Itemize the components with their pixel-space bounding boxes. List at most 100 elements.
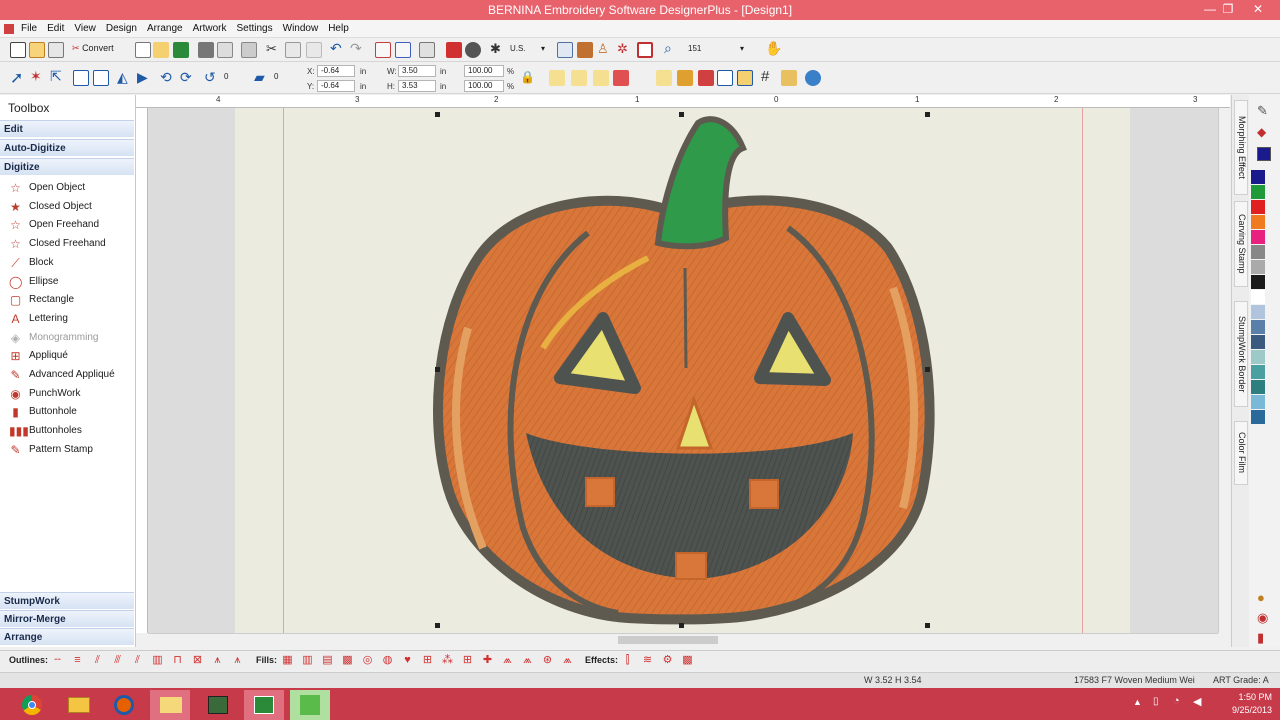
grid-icon[interactable]: # <box>761 68 769 85</box>
stitch-fill-icon[interactable]: ✚ <box>480 654 495 667</box>
slant-icon[interactable]: ▰ <box>254 69 265 86</box>
background-icon[interactable] <box>577 42 593 58</box>
menu-help[interactable]: Help <box>323 20 354 38</box>
zoom-dropdown-icon[interactable]: ▾ <box>740 44 744 53</box>
zoom-icon[interactable]: ⌕ <box>664 40 672 57</box>
cut-icon[interactable]: ✂ <box>266 41 277 57</box>
crossstitch-outline-icon[interactable]: ⊠ <box>190 654 205 667</box>
tab-stumpwork-border[interactable]: StumpWork Border <box>1234 301 1248 407</box>
menu-edit[interactable]: Edit <box>42 20 69 38</box>
lock-proportions-icon[interactable]: 🔒 <box>520 70 535 84</box>
show-grid-icon[interactable] <box>717 70 733 86</box>
scroll-thumb[interactable] <box>618 636 718 644</box>
backstitch-outline-icon[interactable]: ⫽ <box>130 654 145 667</box>
tray-volume-icon[interactable]: ◀ <box>1193 695 1201 708</box>
tatami-fill-icon[interactable]: ▦ <box>280 654 295 667</box>
radial-fill-icon[interactable]: ◎ <box>360 654 375 667</box>
color-swatch[interactable] <box>1251 245 1265 259</box>
print-icon[interactable] <box>198 42 214 58</box>
tool-pattern-stamp[interactable]: ✎ Pattern Stamp <box>0 441 134 459</box>
app-icon[interactable] <box>198 690 238 720</box>
section-digitize[interactable]: Digitize <box>0 158 134 175</box>
bring-to-front-icon[interactable] <box>395 42 411 58</box>
tab-color-film[interactable]: Color Film <box>1234 421 1248 485</box>
scale-icon[interactable] <box>73 70 89 86</box>
show-stitches-icon[interactable] <box>656 70 672 86</box>
eyedropper-icon[interactable]: ✎ <box>1257 103 1268 119</box>
color-swatch[interactable] <box>1251 335 1265 349</box>
close-button[interactable]: ✕ <box>1243 0 1273 20</box>
tool-closed-object[interactable]: ★ Closed Object <box>0 198 134 216</box>
polygon-select-icon[interactable]: ⇱ <box>50 68 62 85</box>
resequence-icon[interactable] <box>375 42 391 58</box>
hoop-select-icon[interactable] <box>557 42 573 58</box>
convert-button[interactable]: ✂ Convert <box>72 43 114 54</box>
pan-hand-icon[interactable]: ✋ <box>765 40 782 57</box>
tool-closed-freehand[interactable]: ☆ Closed Freehand <box>0 235 134 253</box>
hoop-icon[interactable] <box>29 42 45 58</box>
paint-bucket-icon[interactable]: ◆ <box>1257 125 1266 139</box>
color-swatch[interactable] <box>1251 275 1265 289</box>
cross-fill-icon[interactable]: ⁂ <box>440 654 455 667</box>
color-swatch[interactable] <box>1251 365 1265 379</box>
heart-fill-icon[interactable]: ♥ <box>400 654 415 667</box>
trueview-icon[interactable] <box>637 42 653 58</box>
tool-ellipse[interactable]: ◯ Ellipse <box>0 273 134 291</box>
horizontal-scrollbar[interactable] <box>148 633 1218 646</box>
menu-window[interactable]: Window <box>278 20 324 38</box>
app-menu-icon[interactable] <box>4 24 14 34</box>
rotate-right-icon[interactable]: ⟳ <box>180 69 192 86</box>
tool-open-freehand[interactable]: ☆ Open Freehand <box>0 216 134 234</box>
chrome-icon[interactable] <box>12 690 52 720</box>
zigzag-fill-icon[interactable]: ⩕ <box>500 654 515 667</box>
sequin-fill-icon[interactable]: ⊞ <box>460 654 475 667</box>
show-objects-icon[interactable] <box>677 70 693 86</box>
section-stumpwork[interactable]: StumpWork <box>0 592 134 609</box>
undo-icon[interactable]: ↶ <box>330 40 342 57</box>
new-icon[interactable] <box>135 42 151 58</box>
tool-punchwork[interactable]: ◉ PunchWork <box>0 385 134 403</box>
resize-icon[interactable] <box>93 70 109 86</box>
triple-outline-icon[interactable]: ≡ <box>70 654 85 667</box>
redo-icon[interactable]: ↷ <box>350 40 362 57</box>
color-swatch[interactable] <box>1251 215 1265 229</box>
color-swatch[interactable] <box>1251 380 1265 394</box>
open-icon[interactable] <box>153 42 169 58</box>
scale-y-input[interactable]: 100.00 <box>464 80 504 92</box>
color-swatch[interactable] <box>1251 305 1265 319</box>
menu-arrange[interactable]: Arrange <box>142 20 188 38</box>
thread-spool-icon[interactable]: ▮ <box>1257 630 1264 646</box>
system-clock[interactable]: 1:50 PM 9/25/2013 <box>1232 691 1272 717</box>
zigzag-outline-icon[interactable]: ⩚ <box>210 654 225 667</box>
pumpkin-design[interactable] <box>148 108 1218 633</box>
color-swatch[interactable] <box>1251 230 1265 244</box>
stitch-effect-icon[interactable] <box>549 70 565 86</box>
section-arrange[interactable]: Arrange <box>0 628 134 645</box>
stipple-fill-icon[interactable]: ▩ <box>340 654 355 667</box>
tab-carving-stamp[interactable]: Carving Stamp <box>1234 201 1248 287</box>
color-swatch[interactable] <box>1251 185 1265 199</box>
color-swatch[interactable] <box>1251 320 1265 334</box>
save-icon[interactable] <box>173 42 189 58</box>
blanket-outline-icon[interactable]: ⫽ <box>90 654 105 667</box>
fancy-fill-icon[interactable]: ▤ <box>320 654 335 667</box>
zoom-input[interactable]: 151 <box>685 44 740 56</box>
tab-morphing-effect[interactable]: Morphing Effect <box>1234 100 1248 195</box>
tool-block[interactable]: ⟋ Block <box>0 254 134 272</box>
tool-monogramming[interactable]: ◈ Monogramming <box>0 329 134 347</box>
spool-icon[interactable]: ● <box>1257 590 1265 605</box>
folder-icon[interactable] <box>150 690 190 720</box>
show-hoop-icon[interactable] <box>737 70 753 86</box>
section-mirror-merge[interactable]: Mirror-Merge <box>0 610 134 627</box>
satin-outline-icon[interactable]: ⫻ <box>110 654 125 667</box>
height-input[interactable]: 3.53 <box>398 80 436 92</box>
settings-gear-icon[interactable] <box>465 42 481 58</box>
person-icon[interactable]: ♙ <box>597 41 609 57</box>
tool-buttonholes[interactable]: ▮▮▮ Buttonholes <box>0 422 134 440</box>
thread-chart-icon[interactable]: ◉ <box>1257 610 1268 626</box>
rotate-icon[interactable]: ↺ <box>204 69 216 86</box>
auto-fabric-icon[interactable] <box>571 70 587 86</box>
paste-icon[interactable] <box>306 42 322 58</box>
designerplus-icon[interactable] <box>290 690 330 720</box>
tools-icon[interactable]: ✱ <box>490 41 501 57</box>
